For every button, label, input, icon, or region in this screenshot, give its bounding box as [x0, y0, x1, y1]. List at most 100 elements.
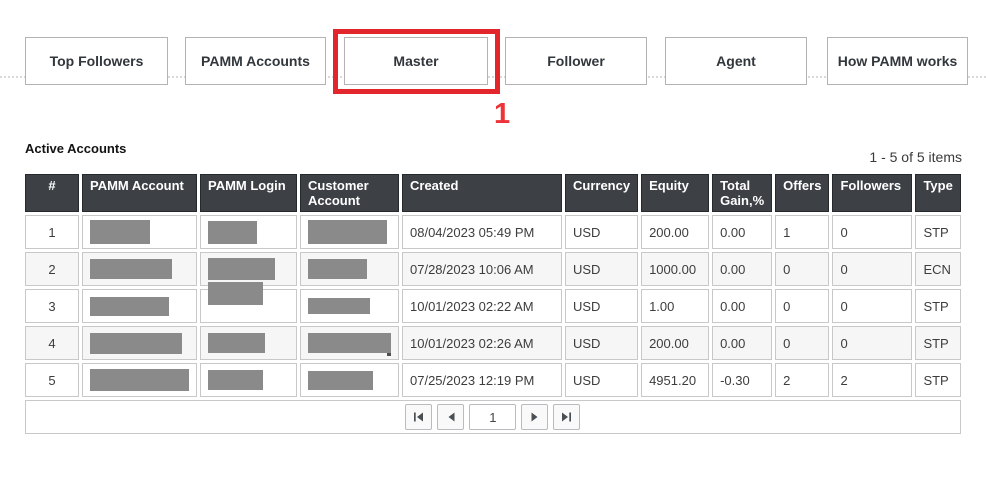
total-gain-cell: -0.30	[712, 363, 772, 397]
annotation-step-number: 1	[494, 98, 524, 131]
created-cell: 10/01/2023 02:22 AM	[402, 289, 562, 323]
customer-account-redacted	[300, 252, 399, 286]
followers-cell: 2	[832, 363, 912, 397]
redaction-block	[90, 333, 182, 354]
table-row: 2 07/28/2023 10:06 AM USD 1000.00 0.00 0…	[25, 252, 961, 286]
redaction-block	[208, 370, 263, 390]
equity-cell: 4951.20	[641, 363, 709, 397]
total-gain-cell: 0.00	[712, 326, 772, 360]
previous-page-icon	[446, 412, 456, 422]
col-header-currency: Currency	[565, 174, 638, 212]
currency-cell: USD	[565, 289, 638, 323]
col-header-number: #	[25, 174, 79, 212]
redaction-block	[90, 220, 150, 244]
pamm-account-redacted	[82, 215, 197, 249]
type-cell: ECN	[915, 252, 960, 286]
total-gain-cell: 0.00	[712, 289, 772, 323]
offers-cell: 0	[775, 326, 829, 360]
redaction-block	[208, 333, 265, 353]
col-header-followers: Followers	[832, 174, 912, 212]
offers-cell: 2	[775, 363, 829, 397]
row-number: 2	[25, 252, 79, 286]
pamm-login-redacted	[200, 289, 297, 323]
pamm-account-redacted	[82, 326, 197, 360]
redaction-block	[90, 297, 169, 316]
pamm-account-redacted	[82, 252, 197, 286]
pamm-login-redacted	[200, 363, 297, 397]
table-row: 1 08/04/2023 05:49 PM USD 200.00 0.00 1 …	[25, 215, 961, 249]
customer-account-redacted	[300, 289, 399, 323]
currency-cell: USD	[565, 363, 638, 397]
redaction-block	[90, 259, 172, 279]
redaction-block	[208, 258, 275, 280]
redaction-block	[208, 282, 263, 305]
followers-cell: 0	[832, 289, 912, 323]
pamm-account-redacted	[82, 363, 197, 397]
redaction-block	[208, 221, 257, 244]
equity-cell: 200.00	[641, 215, 709, 249]
table-footer-row	[25, 400, 961, 434]
customer-account-redacted	[300, 326, 399, 360]
pamm-login-redacted	[200, 326, 297, 360]
followers-cell: 0	[832, 215, 912, 249]
next-page-button[interactable]	[521, 404, 548, 430]
type-cell: STP	[915, 289, 960, 323]
type-cell: STP	[915, 326, 960, 360]
currency-cell: USD	[565, 326, 638, 360]
table-row: 3 10/01/2023 02:22 AM USD 1.00 0.00 0 0 …	[25, 289, 961, 323]
pager	[33, 404, 953, 430]
pamm-account-redacted	[82, 289, 197, 323]
col-header-pamm-account: PAMM Account	[82, 174, 197, 212]
tab-agent[interactable]: Agent	[665, 37, 807, 85]
equity-cell: 1.00	[641, 289, 709, 323]
pagination-bar	[25, 400, 961, 434]
total-gain-cell: 0.00	[712, 252, 772, 286]
offers-cell: 1	[775, 215, 829, 249]
redaction-block	[90, 369, 189, 391]
page-number-input[interactable]	[469, 404, 516, 430]
col-header-type: Type	[915, 174, 960, 212]
row-number: 3	[25, 289, 79, 323]
items-count-summary: 1 - 5 of 5 items	[869, 149, 962, 165]
row-number: 1	[25, 215, 79, 249]
offers-cell: 0	[775, 289, 829, 323]
tab-top-followers[interactable]: Top Followers	[25, 37, 168, 85]
customer-account-redacted	[300, 215, 399, 249]
row-number: 4	[25, 326, 79, 360]
active-accounts-table: # PAMM Account PAMM Login Customer Accou…	[22, 171, 964, 437]
col-header-offers: Offers	[775, 174, 829, 212]
page-title: Active Accounts	[25, 141, 126, 156]
next-page-icon	[530, 412, 540, 422]
pamm-login-redacted	[200, 215, 297, 249]
col-header-pamm-login: PAMM Login	[200, 174, 297, 212]
created-cell: 07/28/2023 10:06 AM	[402, 252, 562, 286]
table-header-row: # PAMM Account PAMM Login Customer Accou…	[25, 174, 961, 212]
col-header-customer-account: Customer Account	[300, 174, 399, 212]
tab-master[interactable]: Master	[344, 37, 488, 85]
total-gain-cell: 0.00	[712, 215, 772, 249]
last-page-button[interactable]	[553, 404, 580, 430]
tab-follower[interactable]: Follower	[505, 37, 647, 85]
first-page-icon	[413, 412, 424, 422]
previous-page-button[interactable]	[437, 404, 464, 430]
col-header-equity: Equity	[641, 174, 709, 212]
stray-mark	[387, 353, 391, 356]
created-cell: 07/25/2023 12:19 PM	[402, 363, 562, 397]
redaction-block	[308, 371, 373, 390]
followers-cell: 0	[832, 252, 912, 286]
equity-cell: 1000.00	[641, 252, 709, 286]
customer-account-redacted	[300, 363, 399, 397]
redaction-block	[308, 220, 387, 244]
tab-how-pamm-works[interactable]: How PAMM works	[827, 37, 968, 85]
row-number: 5	[25, 363, 79, 397]
first-page-button[interactable]	[405, 404, 432, 430]
tab-pamm-accounts[interactable]: PAMM Accounts	[185, 37, 326, 85]
col-header-created: Created	[402, 174, 562, 212]
last-page-icon	[561, 412, 572, 422]
table-row: 5 07/25/2023 12:19 PM USD 4951.20 -0.30 …	[25, 363, 961, 397]
type-cell: STP	[915, 363, 960, 397]
currency-cell: USD	[565, 215, 638, 249]
created-cell: 10/01/2023 02:26 AM	[402, 326, 562, 360]
redaction-block	[308, 333, 391, 353]
followers-cell: 0	[832, 326, 912, 360]
